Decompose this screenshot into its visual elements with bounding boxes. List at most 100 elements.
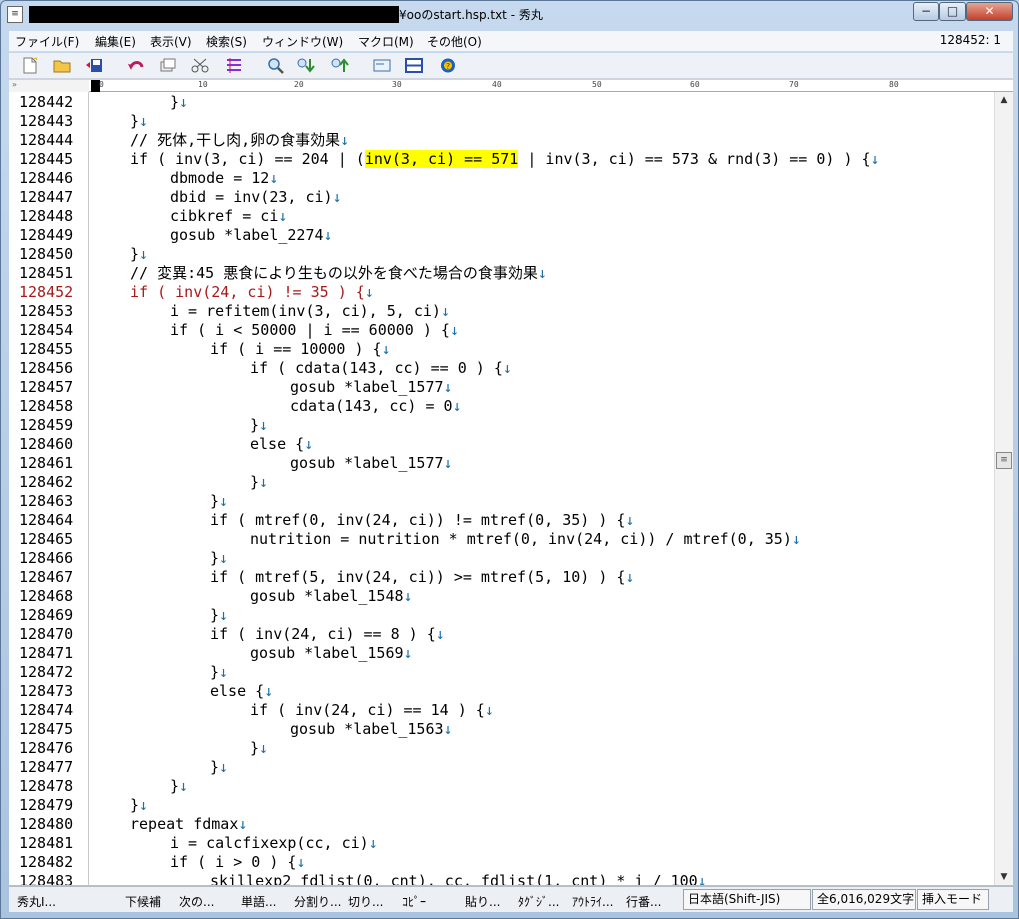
code-text[interactable]: }↓ bbox=[210, 663, 228, 682]
code-text[interactable]: if ( mtref(5, inv(24, ci)) >= mtref(5, 1… bbox=[210, 568, 634, 587]
code-text[interactable]: gosub *label_1577↓ bbox=[290, 454, 453, 473]
code-line[interactable]: 128450}↓ bbox=[9, 245, 994, 264]
code-line[interactable]: 128445 if ( inv(3, ci) == 204 | (inv(3, c… bbox=[9, 150, 994, 169]
code-line[interactable]: 128461 gosub *label_1577↓ bbox=[9, 454, 994, 473]
status-cut[interactable]: 切り... bbox=[348, 893, 383, 910]
text-editor[interactable]: 128442}↓ 128443}↓ 128444// 死体,干し肉,卵の食事効果↓ 1… bbox=[9, 92, 994, 885]
code-line[interactable]: 128451 // 変異:45 悪食により生もの以外を食べた場合の食事効果↓ bbox=[9, 264, 994, 283]
code-text[interactable]: if ( mtref(0, inv(24, ci)) != mtref(0, 3… bbox=[210, 511, 634, 530]
code-text[interactable]: cibkref = ci↓ bbox=[170, 207, 287, 226]
code-text[interactable]: }↓ bbox=[170, 777, 188, 796]
code-text[interactable]: }↓ bbox=[210, 492, 228, 511]
code-line[interactable]: 128464 if ( mtref(0, inv(24, ci)) != mtre… bbox=[9, 511, 994, 530]
code-text[interactable]: if ( i > 0 ) {↓ bbox=[170, 853, 305, 872]
code-text[interactable]: dbmode = 12↓ bbox=[170, 169, 278, 188]
split-window-icon[interactable] bbox=[405, 57, 423, 74]
vertical-scrollbar[interactable]: ▲ ≡ ▼ bbox=[994, 92, 1013, 885]
search-icon[interactable] bbox=[267, 57, 285, 74]
code-line[interactable]: 128465 nutrition = nutrition * mtref(0, i… bbox=[9, 530, 994, 549]
code-text[interactable]: if ( inv(3, ci) == 204 | (inv(3, ci) == … bbox=[130, 150, 880, 169]
code-line[interactable]: 128479}↓ bbox=[9, 796, 994, 815]
code-line[interactable]: 128460 else {↓ bbox=[9, 435, 994, 454]
code-text[interactable]: i = calcfixexp(cc, ci)↓ bbox=[170, 834, 378, 853]
code-text[interactable]: }↓ bbox=[210, 606, 228, 625]
code-text[interactable]: }↓ bbox=[170, 93, 188, 112]
title-bar[interactable]: ≡ ¥ooのstart.hsp.txt - 秀丸 − □ ✕ bbox=[1, 1, 1018, 29]
scroll-down-icon[interactable]: ▼ bbox=[995, 869, 1013, 885]
status-paste[interactable]: 貼り... bbox=[465, 893, 500, 910]
code-text[interactable]: // 変異:45 悪食により生もの以外を食べた場合の食事効果↓ bbox=[130, 264, 547, 283]
close-button[interactable]: ✕ bbox=[966, 2, 1013, 21]
code-text[interactable]: }↓ bbox=[250, 739, 268, 758]
status-outline[interactable]: ｱｳﾄﾗｲ... bbox=[572, 893, 613, 910]
scroll-thumb[interactable]: ≡ bbox=[996, 452, 1012, 469]
code-line[interactable]: 128446 dbmode = 12↓ bbox=[9, 169, 994, 188]
code-text[interactable]: gosub *label_2274↓ bbox=[170, 226, 333, 245]
code-line[interactable]: 128466}↓ bbox=[9, 549, 994, 568]
status-next[interactable]: 次の... bbox=[179, 893, 214, 910]
minimize-button[interactable]: − bbox=[913, 2, 939, 21]
menu-window[interactable]: ウィンドウ(W) bbox=[262, 33, 343, 50]
code-line[interactable]: 128453 i = refitem(inv(3, ci), 5, ci)↓ bbox=[9, 302, 994, 321]
code-line[interactable]: 128454 if ( i < 50000 | i == 60000 ) {↓ bbox=[9, 321, 994, 340]
code-text[interactable]: gosub *label_1563↓ bbox=[290, 720, 453, 739]
status-line-number[interactable]: 行番... bbox=[626, 893, 661, 910]
status-word[interactable]: 単語... bbox=[241, 893, 276, 910]
code-line[interactable]: 128448 cibkref = ci↓ bbox=[9, 207, 994, 226]
code-text[interactable]: i = refitem(inv(3, ci), 5, ci)↓ bbox=[170, 302, 450, 321]
code-line[interactable]: 128444 // 死体,干し肉,卵の食事効果↓ bbox=[9, 131, 994, 150]
code-text[interactable]: if ( i < 50000 | i == 60000 ) {↓ bbox=[170, 321, 459, 340]
cut-icon[interactable] bbox=[191, 57, 209, 74]
code-text[interactable]: if ( inv(24, ci) == 14 ) {↓ bbox=[250, 701, 494, 720]
paste-list-icon[interactable] bbox=[225, 57, 243, 74]
code-text[interactable]: }↓ bbox=[130, 112, 148, 131]
menu-other[interactable]: その他(O) bbox=[427, 33, 482, 50]
undo-icon[interactable] bbox=[127, 57, 145, 74]
code-text[interactable]: if ( i == 10000 ) {↓ bbox=[210, 340, 391, 359]
code-line[interactable]: 128470 if ( inv(24, ci) == 8 ) {↓ bbox=[9, 625, 994, 644]
code-text[interactable]: }↓ bbox=[210, 549, 228, 568]
code-text[interactable]: }↓ bbox=[130, 245, 148, 264]
code-text[interactable]: gosub *label_1548↓ bbox=[250, 587, 413, 606]
status-split[interactable]: 分割り... bbox=[294, 893, 341, 910]
code-line[interactable]: 128482 if ( i > 0 ) {↓ bbox=[9, 853, 994, 872]
help-icon[interactable]: ? bbox=[439, 57, 457, 74]
window-list-icon[interactable] bbox=[373, 57, 391, 74]
status-hidemaru-button[interactable]: 秀丸I... bbox=[17, 893, 56, 910]
code-text[interactable]: repeat fdmax↓ bbox=[130, 815, 247, 834]
insert-mode-indicator[interactable]: 挿入モード bbox=[917, 889, 989, 910]
code-text[interactable]: nutrition = nutrition * mtref(0, inv(24,… bbox=[250, 530, 801, 549]
code-line[interactable]: 128469}↓ bbox=[9, 606, 994, 625]
new-file-icon[interactable] bbox=[21, 57, 39, 74]
search-down-icon[interactable] bbox=[297, 57, 315, 74]
menu-view[interactable]: 表示(V) bbox=[150, 33, 192, 50]
save-icon[interactable] bbox=[85, 57, 103, 74]
code-line[interactable]: 128455 if ( i == 10000 ) {↓ bbox=[9, 340, 994, 359]
code-line[interactable]: 128462}↓ bbox=[9, 473, 994, 492]
code-line[interactable]: 128471 gosub *label_1569↓ bbox=[9, 644, 994, 663]
code-text[interactable]: if ( inv(24, ci) != 35 ) {↓ bbox=[130, 283, 374, 302]
code-text[interactable]: else {↓ bbox=[210, 682, 273, 701]
code-text[interactable]: dbid = inv(23, ci)↓ bbox=[170, 188, 342, 207]
code-line[interactable]: 128480 repeat fdmax↓ bbox=[9, 815, 994, 834]
code-line[interactable]: 128477}↓ bbox=[9, 758, 994, 777]
scroll-up-icon[interactable]: ▲ bbox=[995, 92, 1013, 108]
code-line[interactable]: 128468 gosub *label_1548↓ bbox=[9, 587, 994, 606]
code-text[interactable]: if ( cdata(143, cc) == 0 ) {↓ bbox=[250, 359, 512, 378]
code-line[interactable]: 128467 if ( mtref(5, inv(24, ci)) >= mtre… bbox=[9, 568, 994, 587]
code-line[interactable]: 128481 i = calcfixexp(cc, ci)↓ bbox=[9, 834, 994, 853]
code-text[interactable]: if ( inv(24, ci) == 8 ) {↓ bbox=[210, 625, 445, 644]
open-folder-icon[interactable] bbox=[53, 57, 71, 74]
code-line[interactable]: 128483 skillexp2 fdlist(0, cnt), cc, fdli… bbox=[9, 872, 994, 885]
code-line[interactable]: 128474 if ( inv(24, ci) == 14 ) {↓ bbox=[9, 701, 994, 720]
code-line[interactable]: 128476}↓ bbox=[9, 739, 994, 758]
code-line[interactable]: 128472}↓ bbox=[9, 663, 994, 682]
maximize-button[interactable]: □ bbox=[939, 2, 966, 21]
code-line[interactable]: 128458 cdata(143, cc) = 0↓ bbox=[9, 397, 994, 416]
menu-file[interactable]: ファイル(F) bbox=[15, 33, 79, 50]
code-text[interactable]: }↓ bbox=[210, 758, 228, 777]
code-line[interactable]: 128443}↓ bbox=[9, 112, 994, 131]
menu-edit[interactable]: 編集(E) bbox=[95, 33, 136, 50]
code-line[interactable]: 128475 gosub *label_1563↓ bbox=[9, 720, 994, 739]
code-line[interactable]: 128452 if ( inv(24, ci) != 35 ) {↓ bbox=[9, 283, 994, 302]
